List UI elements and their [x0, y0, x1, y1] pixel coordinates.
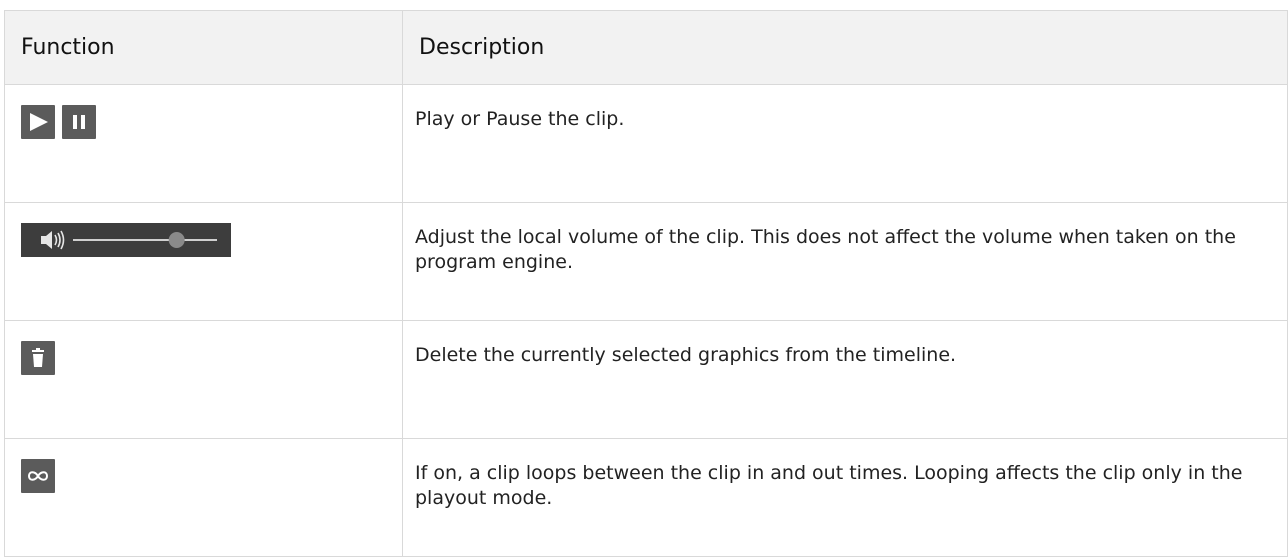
function-cell — [4, 84, 403, 203]
description-cell: Delete the currently selected graphics f… — [402, 320, 1288, 439]
table-header-row: Function Description — [4, 10, 1288, 85]
pause-icon[interactable] — [62, 105, 97, 139]
description-cell: Adjust the local volume of the clip. Thi… — [402, 202, 1288, 321]
description-cell: If on, a clip loops between the clip in … — [402, 438, 1288, 557]
play-icon[interactable] — [21, 105, 55, 139]
table-row: Play or Pause the clip. — [4, 84, 1288, 203]
function-cell — [4, 202, 403, 321]
trash-icon[interactable] — [21, 341, 55, 375]
function-cell — [4, 320, 403, 439]
table-row: Adjust the local volume of the clip. Thi… — [4, 202, 1288, 321]
volume-slider-thumb — [168, 232, 185, 248]
speaker-icon — [41, 230, 65, 250]
function-cell — [4, 438, 403, 557]
description-cell: Play or Pause the clip. — [402, 84, 1288, 203]
loop-icon[interactable] — [21, 459, 55, 493]
functions-table: Function Description Play or Pause the c… — [4, 10, 1288, 557]
header-function: Function — [4, 10, 403, 85]
table-row: If on, a clip loops between the clip in … — [4, 438, 1288, 557]
header-description: Description — [402, 10, 1288, 85]
volume-slider[interactable] — [21, 223, 231, 257]
table-row: Delete the currently selected graphics f… — [4, 320, 1288, 439]
